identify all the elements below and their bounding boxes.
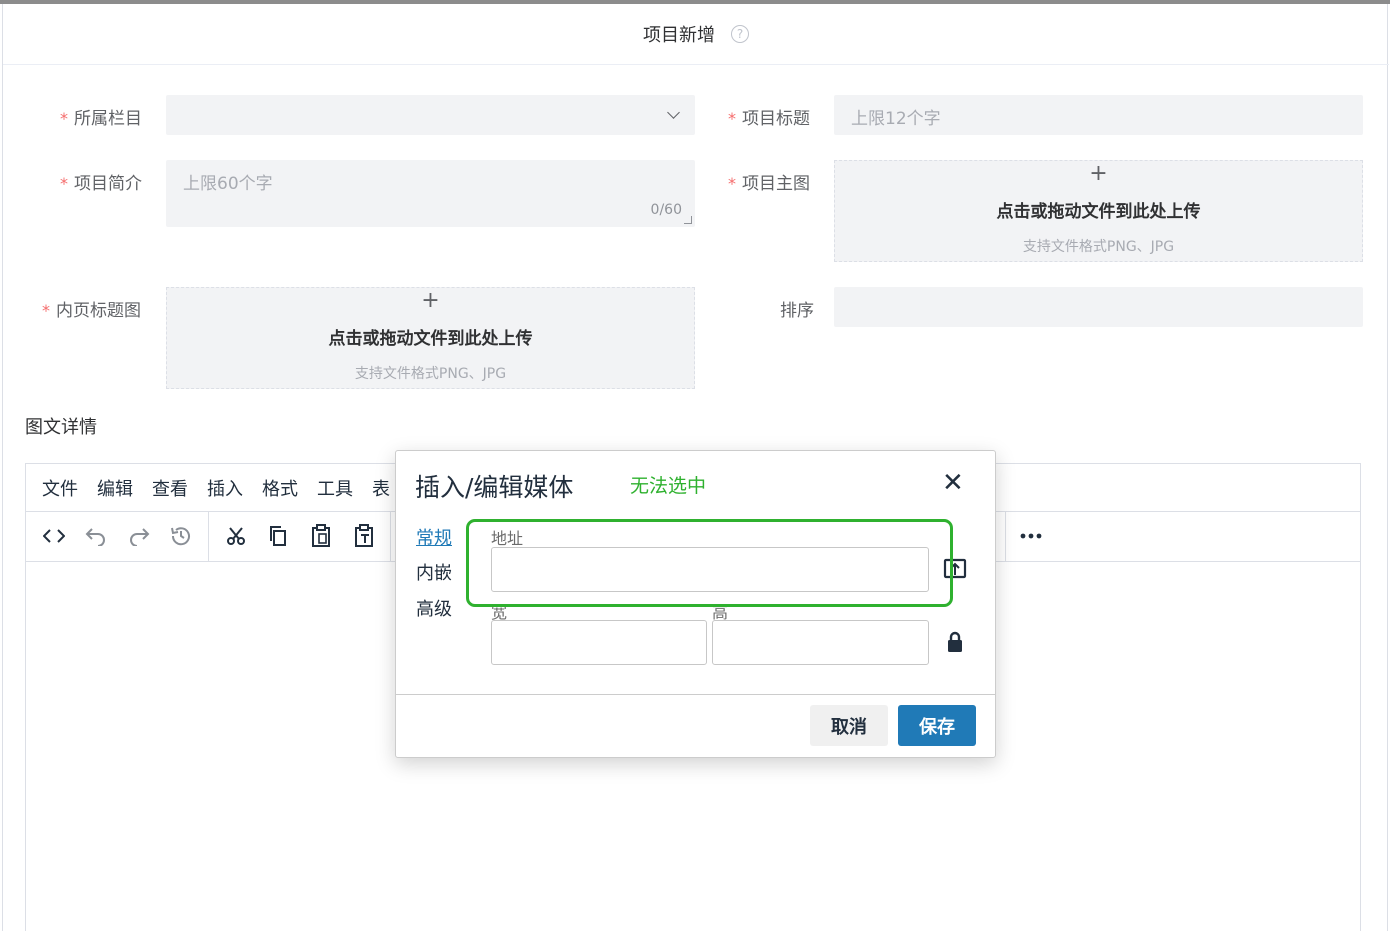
upload-hint: 支持文件格式PNG、JPG (354, 366, 507, 382)
page-header: 项目新增 ? (3, 4, 1389, 65)
main-image-label: * 项目主图 (728, 174, 810, 194)
section-title: 图文详情 (25, 417, 97, 438)
intro-counter: 0/60 (650, 202, 682, 218)
tab-general[interactable]: 常规 (416, 524, 452, 550)
inner-image-upload[interactable]: + 点击或拖动文件到此处上传 支持文件格式PNG、JPG (166, 287, 695, 389)
menu-edit[interactable]: 编辑 (97, 475, 133, 501)
chevron-down-icon (667, 106, 680, 119)
tab-advanced[interactable]: 高级 (416, 595, 452, 621)
menu-file[interactable]: 文件 (42, 475, 78, 501)
history-icon[interactable] (166, 521, 196, 551)
inner-image-label: * 内页标题图 (42, 301, 141, 321)
category-select[interactable] (166, 95, 695, 135)
cut-icon[interactable] (221, 521, 251, 551)
source-code-icon[interactable] (39, 521, 69, 551)
close-icon[interactable]: ✕ (942, 468, 964, 498)
sort-label: 排序 (780, 301, 814, 321)
save-button[interactable]: 保存 (898, 705, 976, 746)
sort-input[interactable] (834, 287, 1363, 327)
upload-text: 点击或拖动文件到此处上传 (996, 202, 1201, 222)
toolbar-divider (208, 512, 209, 561)
paste-icon[interactable] (306, 521, 336, 551)
menu-tools[interactable]: 工具 (317, 475, 353, 501)
upload-hint: 支持文件格式PNG、JPG (1022, 239, 1175, 255)
menu-table[interactable]: 表 (372, 475, 390, 501)
intro-placeholder: 上限60个字 (183, 174, 273, 194)
dialog-divider (396, 694, 995, 695)
upload-text: 点击或拖动文件到此处上传 (328, 329, 533, 349)
main-image-upload[interactable]: + 点击或拖动文件到此处上传 支持文件格式PNG、JPG (834, 160, 1363, 262)
width-input[interactable] (491, 620, 707, 665)
menu-insert[interactable]: 插入 (207, 475, 243, 501)
lock-icon[interactable] (947, 631, 963, 657)
title-input[interactable]: 上限12个字 (834, 95, 1363, 135)
plus-icon: + (1089, 161, 1108, 186)
intro-textarea[interactable]: 上限60个字 0/60 (166, 160, 695, 227)
paste-text-icon[interactable] (349, 521, 379, 551)
toolbar-divider (1005, 512, 1006, 561)
height-input[interactable] (712, 620, 929, 665)
title-placeholder: 上限12个字 (851, 109, 941, 129)
category-label: * 所属栏目 (60, 109, 142, 129)
undo-icon[interactable] (81, 521, 111, 551)
more-icon[interactable] (1016, 521, 1046, 551)
tab-embed[interactable]: 内嵌 (416, 559, 452, 585)
annotation-text: 无法选中 (630, 475, 707, 497)
help-icon[interactable]: ? (731, 25, 749, 43)
page-title: 项目新增 (643, 25, 715, 46)
title-label: * 项目标题 (728, 109, 810, 129)
toolbar-divider (390, 512, 391, 561)
intro-label: * 项目简介 (60, 174, 142, 194)
resize-handle-icon[interactable] (684, 216, 692, 224)
redo-icon[interactable] (124, 521, 154, 551)
plus-icon: + (421, 288, 440, 313)
cancel-button[interactable]: 取消 (810, 705, 888, 746)
dialog-title: 插入/编辑媒体 (415, 473, 574, 502)
menu-view[interactable]: 查看 (152, 475, 188, 501)
annotation-highlight-box (466, 519, 953, 607)
menu-format[interactable]: 格式 (262, 475, 298, 501)
copy-icon[interactable] (263, 521, 293, 551)
